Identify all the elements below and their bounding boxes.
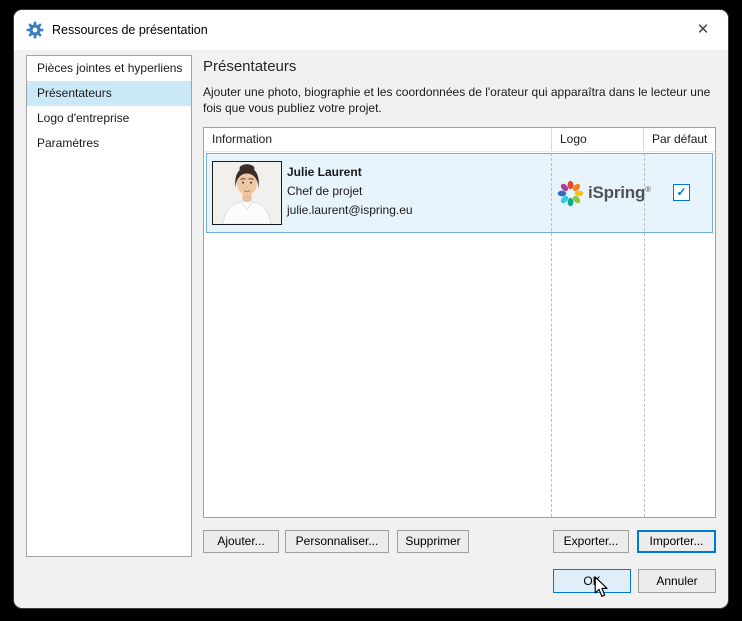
gear-icon: [26, 21, 44, 39]
ok-button[interactable]: OK: [553, 569, 631, 593]
add-button[interactable]: Ajouter...: [203, 530, 279, 553]
customize-button[interactable]: Personnaliser...: [285, 530, 389, 553]
presenter-photo: [212, 161, 282, 225]
sidebar-item-label: Paramètres: [37, 136, 99, 150]
presenters-table: Information Logo entreprise Par défaut: [203, 127, 716, 518]
sidebar-item-attachments[interactable]: Pièces jointes et hyperliens: [27, 56, 191, 81]
column-header-default: Par défaut: [644, 128, 715, 151]
window-title: Ressources de présentation: [52, 10, 208, 50]
sidebar-item-presenters[interactable]: Présentateurs: [27, 81, 191, 106]
check-icon: ✓: [676, 185, 686, 199]
dialog-presentation-resources: Ressources de présentation ✕ Pièces join…: [14, 10, 728, 608]
close-button[interactable]: ✕: [684, 14, 722, 46]
presenter-name: Julie Laurent: [287, 163, 413, 182]
registered-mark: ®: [645, 185, 651, 194]
presenter-row[interactable]: Julie Laurent Chef de projet julie.laure…: [206, 153, 713, 233]
page-title: Présentateurs: [203, 58, 296, 75]
cancel-button[interactable]: Annuler: [638, 569, 716, 593]
mouse-cursor-icon: [594, 576, 609, 598]
close-icon: ✕: [697, 21, 710, 38]
sidebar-item-label: Pièces jointes et hyperliens: [37, 61, 182, 75]
default-checkbox[interactable]: ✓: [673, 184, 690, 201]
column-separator: [644, 153, 645, 517]
column-header-information: Information: [204, 128, 552, 151]
presenter-role: Chef de projet: [287, 182, 413, 201]
sidebar-item-label: Logo d'entreprise: [37, 111, 129, 125]
import-button[interactable]: Importer...: [637, 530, 716, 553]
ispring-flower-icon: [556, 179, 585, 208]
page-description: Ajouter une photo, biographie et les coo…: [203, 84, 716, 116]
sidebar-item-company-logo[interactable]: Logo d'entreprise: [27, 106, 191, 131]
presenter-photo-image: [213, 162, 281, 224]
table-header: Information Logo entreprise Par défaut: [204, 128, 715, 152]
export-button[interactable]: Exporter...: [553, 530, 629, 553]
sidebar-item-settings[interactable]: Paramètres: [27, 131, 191, 156]
table-body: Julie Laurent Chef de projet julie.laure…: [204, 151, 715, 517]
presenter-info: Julie Laurent Chef de projet julie.laure…: [287, 163, 413, 220]
titlebar[interactable]: Ressources de présentation ✕: [14, 10, 728, 50]
delete-button[interactable]: Supprimer: [397, 530, 469, 553]
presenter-email: julie.laurent@ispring.eu: [287, 201, 413, 220]
column-separator: [551, 153, 552, 517]
sidebar-item-label: Présentateurs: [37, 86, 112, 100]
screen-background: Ressources de présentation ✕ Pièces join…: [0, 0, 742, 621]
sidebar: Pièces jointes et hyperliens Présentateu…: [26, 55, 192, 557]
company-logo: iSpring®: [556, 177, 651, 209]
ispring-logo-text: iSpring: [588, 183, 645, 203]
column-header-logo: Logo entreprise: [552, 128, 644, 151]
